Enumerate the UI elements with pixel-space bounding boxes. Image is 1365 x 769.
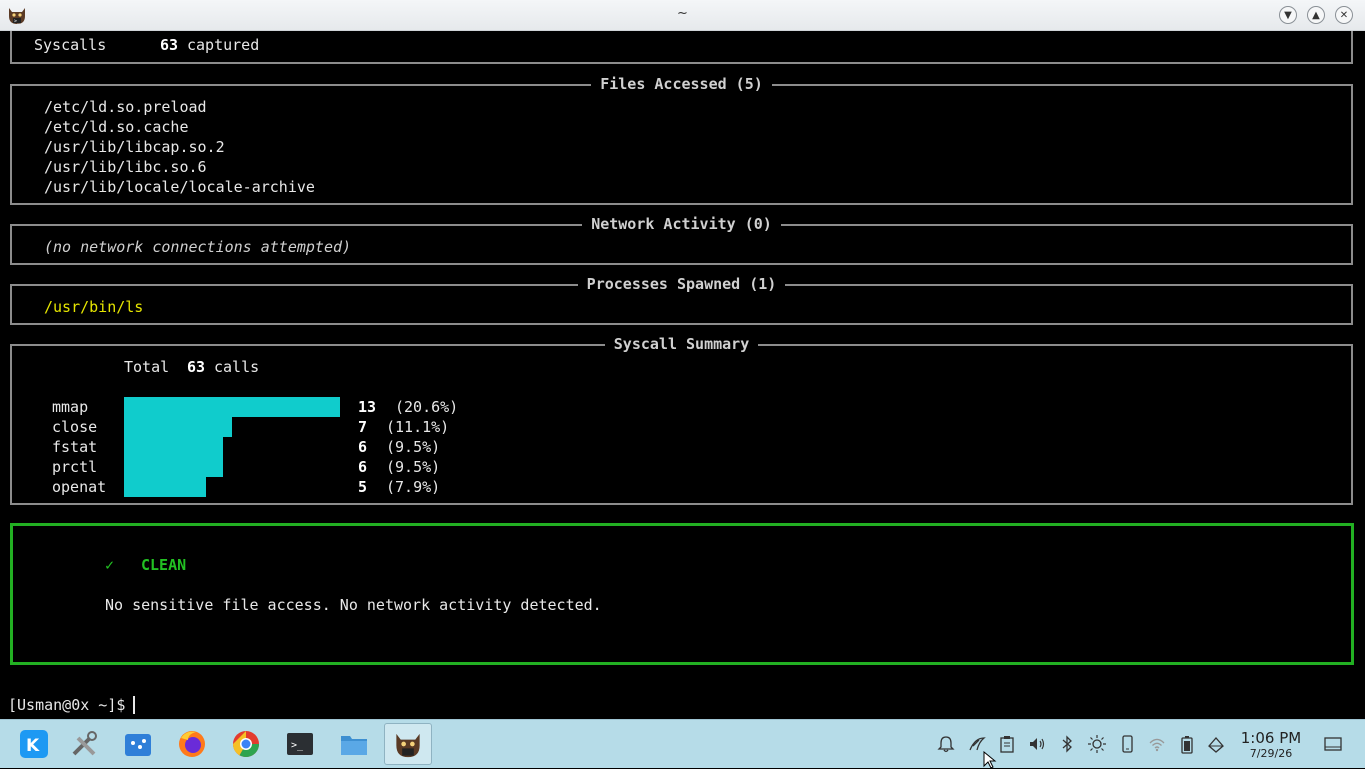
- file-path: /usr/lib/locale/locale-archive: [44, 178, 315, 196]
- syscall-bar: [124, 457, 223, 477]
- total-label: Total: [124, 358, 170, 376]
- syscall-percent: (9.5%): [386, 458, 441, 476]
- clock-time: 1:06 PM: [1240, 729, 1302, 747]
- window-titlebar: >_ ~ ▼ ▲ ✕: [0, 0, 1365, 31]
- firefox-button[interactable]: [170, 723, 214, 765]
- shell-prompt: [Usman@0x ~]$: [8, 696, 126, 714]
- taskbar: K >_ 1:06 PM 7/29/26: [0, 719, 1365, 769]
- firefox-icon: [179, 731, 205, 757]
- network-activity-title: Network Activity (0): [582, 215, 781, 233]
- files-accessed-title: Files Accessed (5): [591, 75, 772, 93]
- text-cursor: [133, 696, 135, 714]
- file-path: /usr/lib/libcap.so.2: [44, 138, 225, 156]
- close-icon: ✕: [1339, 9, 1349, 21]
- discover-icon: [125, 734, 151, 756]
- syscalls-suffix: captured: [187, 36, 260, 54]
- processes-spawned-title: Processes Spawned (1): [577, 275, 786, 293]
- kde-logo-icon: K: [20, 730, 48, 758]
- minimize-button[interactable]: ▼: [1279, 6, 1297, 24]
- syscall-name: openat: [52, 478, 107, 496]
- mouse-pointer-icon: [983, 751, 997, 769]
- svg-text:>_: >_: [291, 740, 304, 751]
- window-title: ~: [677, 6, 688, 21]
- syscall-bar: [124, 477, 206, 497]
- check-icon: ✓: [105, 556, 115, 574]
- syscall-count: 5: [358, 478, 368, 496]
- verdict-status: CLEAN: [141, 556, 187, 574]
- syscall-bar: [124, 417, 232, 437]
- konsole-button[interactable]: >_: [278, 723, 322, 765]
- syscall-bar: [124, 397, 340, 417]
- network-message: (no network connections attempted): [44, 238, 352, 256]
- app-icon: [396, 733, 420, 758]
- system-settings-button[interactable]: [62, 723, 106, 765]
- syscall-percent: (20.6%): [395, 398, 459, 416]
- terminal-output[interactable]: Syscalls 63 captured Files Accessed (5) …: [0, 31, 1365, 718]
- file-path: /usr/lib/libc.so.6: [44, 158, 207, 176]
- show-desktop-icon[interactable]: [1323, 734, 1343, 754]
- clock[interactable]: 1:06 PM 7/29/26: [1231, 729, 1311, 760]
- file-path: /etc/ld.so.cache: [44, 118, 189, 136]
- syscalls-label: Syscalls: [34, 36, 107, 54]
- network-activity-box: Network Activity (0) (no network connect…: [10, 215, 1353, 265]
- chevron-down-icon: ▼: [1284, 9, 1292, 21]
- syscall-summary-title: Syscall Summary: [604, 335, 759, 353]
- volume-icon[interactable]: [1027, 734, 1047, 754]
- terminal-icon: >_: [287, 733, 313, 755]
- syscall-summary-box: Syscall Summary Total 63 calls mmap 13 (20…: [10, 335, 1353, 505]
- discover-button[interactable]: [116, 723, 160, 765]
- maximize-button[interactable]: ▲: [1307, 6, 1325, 24]
- folder-icon: [341, 736, 367, 755]
- syscall-percent: (7.9%): [386, 478, 441, 496]
- brightness-icon[interactable]: [1087, 734, 1107, 754]
- syscall-percent: (11.1%): [386, 418, 450, 436]
- verdict-message: No sensitive file access. No network act…: [105, 596, 602, 614]
- total-suffix: calls: [214, 358, 260, 376]
- clipboard-icon[interactable]: [997, 734, 1017, 754]
- wifi-icon[interactable]: [1147, 734, 1167, 754]
- files-accessed-box: Files Accessed (5) /etc/ld.so.preload /e…: [10, 75, 1353, 205]
- application-launcher-button[interactable]: K: [12, 723, 56, 765]
- chrome-button[interactable]: [224, 723, 268, 765]
- syscall-name: mmap: [52, 398, 89, 416]
- tools-icon: [72, 731, 97, 756]
- syscall-percent: (9.5%): [386, 438, 441, 456]
- chevron-up-icon: ▲: [1312, 9, 1320, 21]
- syscalls-count: 63: [160, 36, 179, 54]
- overview-box: Syscalls 63 captured: [10, 31, 1353, 64]
- bluetooth-icon[interactable]: [1057, 734, 1077, 754]
- syscall-bar: [124, 437, 223, 457]
- expand-tray-icon[interactable]: [1206, 734, 1226, 754]
- file-path: /etc/ld.so.preload: [44, 98, 207, 116]
- active-terminal-app-button[interactable]: [384, 723, 432, 765]
- svg-text:K: K: [26, 736, 40, 756]
- verdict-box: ✓ CLEAN No sensitive file access. No net…: [10, 523, 1354, 665]
- chrome-icon: [232, 731, 260, 758]
- process-path: /usr/bin/ls: [44, 298, 144, 316]
- syscall-count: 13: [358, 398, 377, 416]
- kde-connect-icon[interactable]: [1117, 734, 1137, 754]
- processes-spawned-box: Processes Spawned (1) /usr/bin/ls: [10, 275, 1353, 325]
- clock-date: 7/29/26: [1249, 747, 1293, 760]
- total-value: 63: [187, 358, 206, 376]
- notifications-bell-icon[interactable]: [936, 734, 956, 754]
- dolphin-button[interactable]: [332, 723, 376, 765]
- syscall-name: fstat: [52, 438, 98, 456]
- battery-icon[interactable]: [1177, 734, 1197, 754]
- syscall-count: 6: [358, 458, 368, 476]
- syscall-name: prctl: [52, 458, 98, 476]
- syscall-count: 6: [358, 438, 368, 456]
- syscall-count: 7: [358, 418, 368, 436]
- syscall-name: close: [52, 418, 98, 436]
- close-button[interactable]: ✕: [1335, 6, 1353, 24]
